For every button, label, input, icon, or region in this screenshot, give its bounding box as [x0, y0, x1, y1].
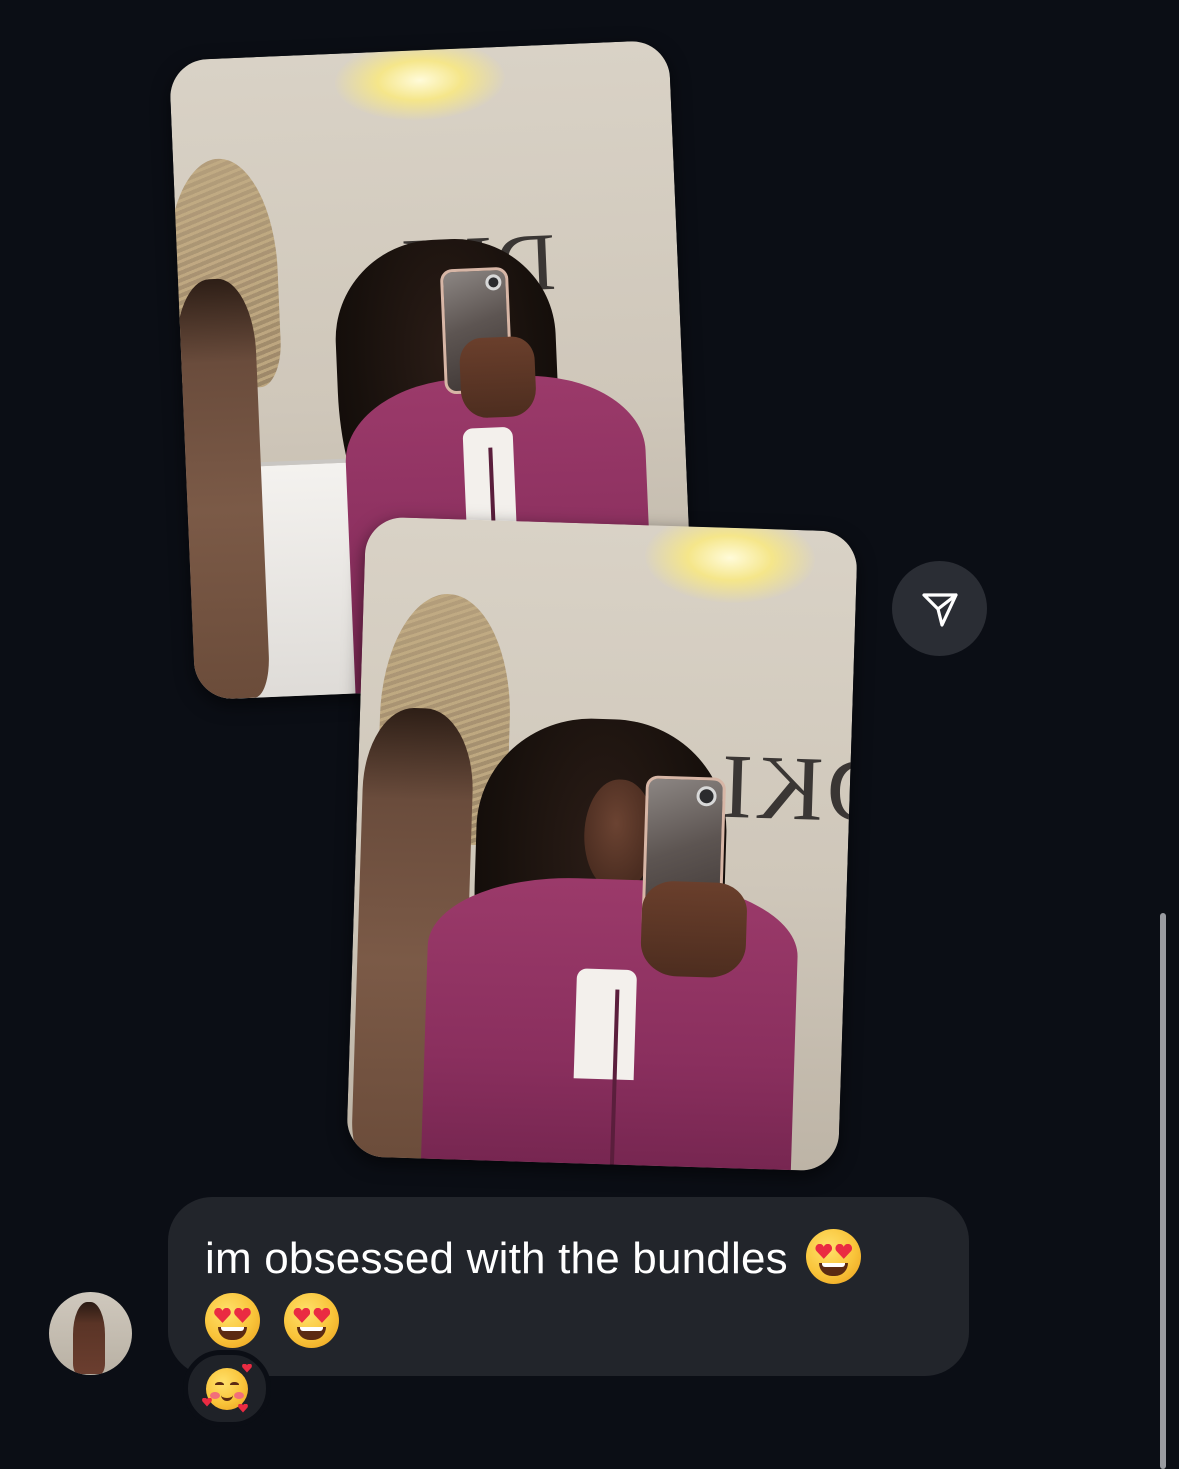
message-text: im obsessed with the bundles — [205, 1227, 929, 1355]
heart-eyes-emoji-icon — [205, 1292, 260, 1348]
shared-photo-2[interactable]: DKI — [346, 516, 858, 1172]
message-body: im obsessed with the bundles — [205, 1234, 788, 1283]
hand — [458, 335, 538, 419]
sender-avatar[interactable] — [49, 1292, 132, 1375]
hand — [639, 880, 748, 979]
scrollbar[interactable] — [1160, 913, 1166, 1469]
shirt — [573, 968, 638, 1081]
send-icon — [921, 592, 958, 627]
smiling-face-with-hearts-icon — [206, 1368, 248, 1410]
heart-eyes-emoji-icon — [284, 1292, 340, 1348]
wall-logo: DKI — [716, 734, 858, 843]
forward-button[interactable] — [892, 561, 987, 656]
message-bubble[interactable]: im obsessed with the bundles — [168, 1197, 969, 1376]
message-reaction[interactable] — [183, 1350, 271, 1427]
heart-eyes-emoji-icon — [806, 1228, 862, 1284]
